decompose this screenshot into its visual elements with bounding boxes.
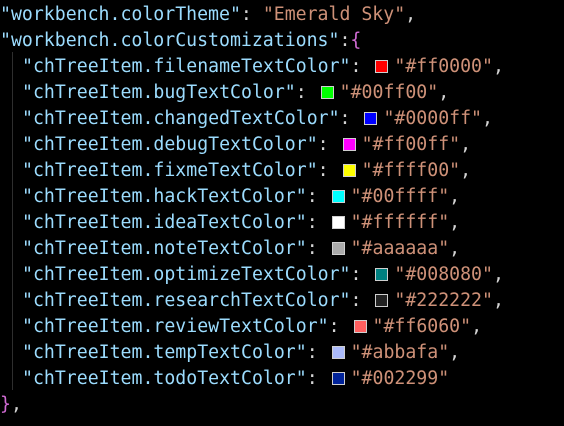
json-colon: : xyxy=(328,316,351,337)
json-comma: , xyxy=(492,290,504,311)
json-comma: , xyxy=(449,212,461,233)
json-string-value: "#ff6060" xyxy=(372,316,472,337)
json-colon: : xyxy=(350,290,373,311)
json-string-value: "#008080" xyxy=(394,264,493,285)
json-key: "chTreeItem.fixmeTextColor" xyxy=(22,160,318,181)
json-comma: , xyxy=(492,264,504,285)
json-string-value: "#ff0000" xyxy=(394,56,493,77)
json-comma: , xyxy=(492,56,504,77)
color-swatch-icon[interactable] xyxy=(375,293,389,307)
json-key: "chTreeItem.tempTextColor" xyxy=(22,342,307,363)
color-swatch-icon[interactable] xyxy=(320,85,334,99)
code-line-entry[interactable]: "chTreeItem.filenameTextColor": "#ff0000… xyxy=(0,54,504,80)
json-comma: , xyxy=(449,186,461,207)
json-key: "chTreeItem.filenameTextColor" xyxy=(22,56,351,77)
code-line-entry[interactable]: "chTreeItem.optimizeTextColor": "#008080… xyxy=(0,262,504,288)
json-colon: : xyxy=(350,56,373,77)
json-key: "chTreeItem.optimizeTextColor" xyxy=(22,264,351,285)
json-string-value: "#002299" xyxy=(350,368,450,389)
json-colon: : xyxy=(306,342,329,363)
close-brace[interactable]: } xyxy=(0,392,11,418)
json-comma: , xyxy=(449,342,461,363)
json-key: "chTreeItem.researchTextColor" xyxy=(22,290,351,311)
json-colon: : xyxy=(295,82,318,103)
json-string-value: "#00ff00" xyxy=(339,82,439,103)
json-key: "workbench.colorCustomizations" xyxy=(0,30,340,51)
json-comma: , xyxy=(482,108,493,129)
json-colon: : xyxy=(339,30,351,51)
json-string-value: "#00ffff" xyxy=(350,186,450,207)
code-line-entry[interactable]: "chTreeItem.bugTextColor": "#00ff00", xyxy=(0,80,449,106)
json-colon: : xyxy=(339,108,362,129)
json-key: "chTreeItem.hackTextColor" xyxy=(22,186,307,207)
json-colon: : xyxy=(306,186,329,207)
code-line-entry[interactable]: "chTreeItem.hackTextColor": "#00ffff", xyxy=(0,184,460,210)
json-colon: : xyxy=(240,4,263,25)
json-key: "chTreeItem.debugTextColor" xyxy=(22,134,318,155)
color-swatch-icon[interactable] xyxy=(331,241,345,255)
json-string-value: "#ffffff" xyxy=(350,212,450,233)
code-line-entry[interactable]: "chTreeItem.todoTextColor": "#002299" xyxy=(0,366,449,392)
json-key: "chTreeItem.reviewTextColor" xyxy=(22,316,329,337)
json-comma: , xyxy=(449,238,461,259)
code-editor[interactable]: "workbench.colorTheme": "Emerald Sky", "… xyxy=(0,0,564,426)
json-key: "chTreeItem.ideaTextColor" xyxy=(22,212,307,233)
code-line-entry[interactable]: "chTreeItem.ideaTextColor": "#ffffff", xyxy=(0,210,460,236)
json-string-value: "#aaaaaa" xyxy=(350,238,450,259)
code-line-color-theme[interactable]: "workbench.colorTheme": "Emerald Sky", xyxy=(0,2,416,28)
json-string-value: "#0000ff" xyxy=(383,108,483,129)
code-line-entry[interactable]: "chTreeItem.reviewTextColor": "#ff6060", xyxy=(0,314,482,340)
json-comma: , xyxy=(471,316,483,337)
open-brace[interactable]: { xyxy=(350,28,361,54)
json-colon: : xyxy=(306,212,329,233)
color-swatch-icon[interactable] xyxy=(342,137,356,151)
code-line-entry[interactable]: "chTreeItem.researchTextColor": "#222222… xyxy=(0,288,504,314)
json-colon: : xyxy=(306,368,329,389)
json-string-value: "#222222" xyxy=(394,290,493,311)
code-line-entry[interactable]: "chTreeItem.tempTextColor": "#abbafa", xyxy=(0,340,460,366)
json-key: "workbench.colorTheme" xyxy=(0,4,241,25)
json-colon: : xyxy=(350,264,373,285)
json-key: "chTreeItem.bugTextColor" xyxy=(22,82,296,103)
color-swatch-icon[interactable] xyxy=(375,267,389,281)
code-line-color-customizations[interactable]: "workbench.colorCustomizations":{ xyxy=(0,28,361,54)
code-line-entry[interactable]: "chTreeItem.fixmeTextColor": "#ffff00", xyxy=(0,158,471,184)
color-swatch-icon[interactable] xyxy=(375,59,389,73)
color-swatch-icon[interactable] xyxy=(364,111,378,125)
json-string-value: "#ffff00" xyxy=(361,160,461,181)
json-comma: , xyxy=(460,160,472,181)
color-swatch-icon[interactable] xyxy=(331,345,345,359)
json-comma: , xyxy=(405,4,417,25)
json-comma: , xyxy=(10,394,22,415)
json-colon: : xyxy=(306,238,329,259)
json-colon: : xyxy=(317,160,340,181)
color-swatch-icon[interactable] xyxy=(331,215,345,229)
code-line-entry[interactable]: "chTreeItem.noteTextColor": "#aaaaaa", xyxy=(0,236,460,262)
json-comma: , xyxy=(460,134,472,155)
json-colon: : xyxy=(317,134,340,155)
color-swatch-icon[interactable] xyxy=(331,371,345,385)
json-string-value: "#abbafa" xyxy=(350,342,450,363)
json-key: "chTreeItem.todoTextColor" xyxy=(22,368,307,389)
json-key: "chTreeItem.noteTextColor" xyxy=(22,238,307,259)
code-line-close[interactable]: }, xyxy=(0,392,22,418)
color-swatch-icon[interactable] xyxy=(342,163,356,177)
color-swatch-icon[interactable] xyxy=(331,189,345,203)
json-comma: , xyxy=(438,82,450,103)
json-string-value: "#ff00ff" xyxy=(361,134,461,155)
color-swatch-icon[interactable] xyxy=(353,319,367,333)
code-line-entry[interactable]: "chTreeItem.debugTextColor": "#ff00ff", xyxy=(0,132,471,158)
json-key: "chTreeItem.changedTextColor" xyxy=(22,108,340,129)
code-line-entry[interactable]: "chTreeItem.changedTextColor": "#0000ff"… xyxy=(0,106,493,132)
json-string-value: "Emerald Sky" xyxy=(262,4,406,25)
